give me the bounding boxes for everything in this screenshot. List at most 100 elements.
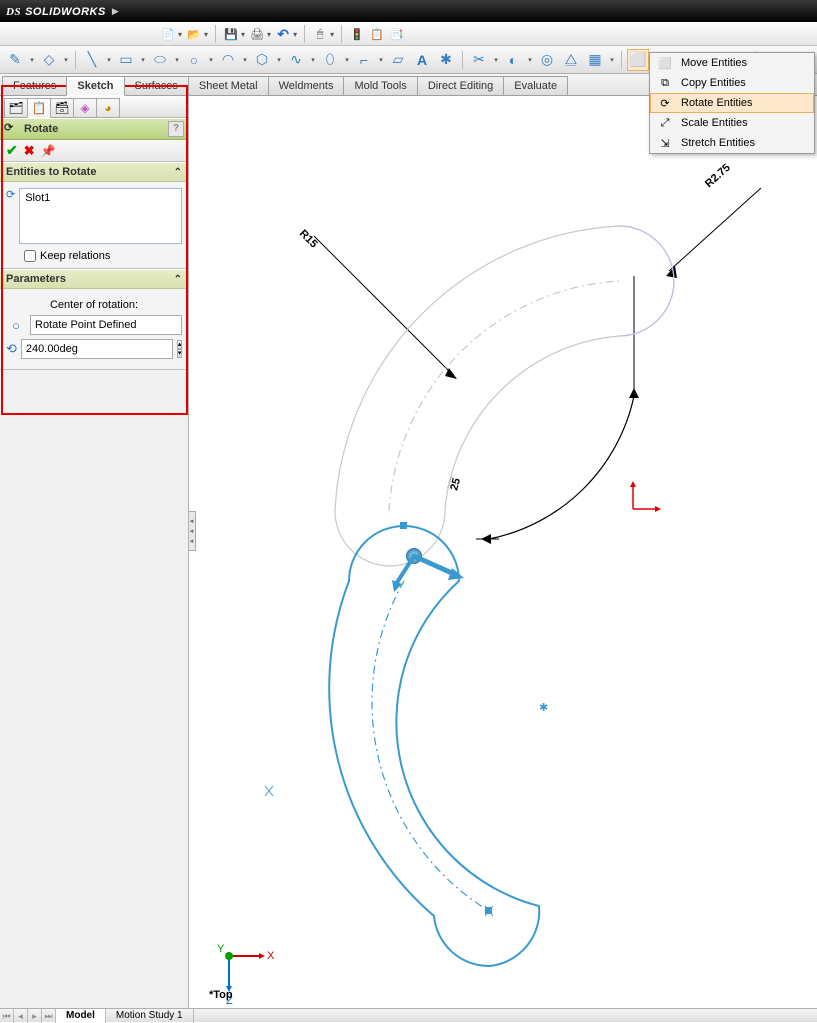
dropdown-icon[interactable]: ▾ (105, 56, 113, 64)
dropdown-icon[interactable]: ▾ (139, 56, 147, 64)
offset-icon[interactable]: ◎ (536, 49, 558, 71)
spin-down-icon[interactable]: ▾ (177, 349, 183, 358)
angle-icon: ⟲ (6, 341, 17, 357)
dropdown-icon[interactable]: ▾ (62, 56, 70, 64)
fm-tab-property-manager[interactable]: 📋 (27, 98, 51, 118)
dropdown-icon[interactable]: ▾ (309, 56, 317, 64)
menu-stretch-entities[interactable]: ⇲Stretch Entities (650, 133, 814, 153)
convert-icon[interactable]: ◐ (502, 49, 524, 71)
rectangle-icon[interactable]: ▭ (115, 49, 137, 71)
slot-rotated[interactable] (329, 523, 539, 966)
line-icon[interactable]: ╲ (81, 49, 103, 71)
fm-tab-tree[interactable]: 🗂 (4, 98, 28, 118)
pattern-icon[interactable]: ▦ (584, 49, 606, 71)
fm-tab-dimxpert[interactable]: ◈ (73, 98, 97, 118)
section-header-entities[interactable]: Entities to Rotate ⌃ (0, 162, 188, 182)
menu-label: Copy Entities (681, 77, 746, 89)
menu-move-entities[interactable]: ⬜Move Entities (650, 53, 814, 73)
dropdown-icon[interactable]: ▾ (207, 56, 215, 64)
tab-motion-study-1[interactable]: Motion Study 1 (106, 1009, 194, 1023)
titlebar-expand-icon[interactable]: ▶ (112, 6, 119, 17)
entity-item[interactable]: Slot1 (25, 192, 176, 204)
keep-relations-checkbox[interactable] (24, 250, 36, 262)
dropdown-icon[interactable]: ▾ (275, 56, 283, 64)
dropdown-icon[interactable]: ▾ (343, 56, 351, 64)
tab-features[interactable]: Features (2, 76, 67, 95)
print-dropdown-icon[interactable]: ▾ (267, 30, 271, 39)
text-icon[interactable]: A (411, 49, 433, 71)
nav-first-icon[interactable]: ⏮ (0, 1009, 14, 1023)
help-icon[interactable] (389, 26, 405, 42)
dropdown-icon[interactable]: ▾ (608, 56, 616, 64)
ok-button[interactable]: ✔ (6, 142, 18, 159)
new-dropdown-icon[interactable]: ▾ (178, 30, 182, 39)
new-icon[interactable] (160, 26, 176, 42)
tab-weldments[interactable]: Weldments (268, 76, 345, 95)
select-icon[interactable] (312, 26, 328, 42)
dropdown-icon[interactable]: ▾ (241, 56, 249, 64)
cancel-button[interactable]: ✖ (24, 143, 35, 159)
dropdown-icon[interactable]: ▾ (28, 56, 36, 64)
pushpin-icon[interactable]: 📌 (41, 144, 56, 158)
entities-selection-box[interactable]: Slot1 (19, 188, 182, 244)
tab-evaluate[interactable]: Evaluate (503, 76, 568, 95)
nav-prev-icon[interactable]: ◂ (14, 1009, 28, 1023)
fm-tab-display[interactable]: ◕ (96, 98, 120, 118)
smart-dimension-icon[interactable]: ◇ (38, 49, 60, 71)
menu-scale-entities[interactable]: ⤢Scale Entities (650, 113, 814, 133)
sketch-icon[interactable]: ✎ (4, 49, 26, 71)
tab-sketch[interactable]: Sketch (66, 76, 124, 96)
save-dropdown-icon[interactable]: ▾ (241, 30, 245, 39)
nav-next-icon[interactable]: ▸ (28, 1009, 42, 1023)
plane-icon[interactable]: ▱ (387, 49, 409, 71)
select-dropdown-icon[interactable]: ▾ (330, 30, 334, 39)
mirror-icon[interactable]: ⧋ (560, 49, 582, 71)
help-icon[interactable]: ? (168, 121, 184, 137)
dimension-r275[interactable]: R2.75 (666, 162, 761, 278)
section-header-parameters[interactable]: Parameters ⌃ (0, 269, 188, 289)
fillet-icon[interactable]: ⌐ (353, 49, 375, 71)
move-entities-icon[interactable]: ⬜ (627, 49, 649, 71)
spin-up-icon[interactable]: ▴ (177, 340, 183, 349)
print-icon[interactable] (249, 26, 265, 42)
options-icon[interactable] (369, 26, 385, 42)
rebuild-icon[interactable] (349, 26, 365, 42)
separator (621, 51, 622, 69)
dropdown-icon[interactable]: ▾ (492, 56, 500, 64)
tab-sheet-metal[interactable]: Sheet Metal (188, 76, 269, 95)
stretch-icon: ⇲ (657, 135, 673, 151)
menu-rotate-entities[interactable]: ⟳Rotate Entities (650, 93, 814, 113)
spline-icon[interactable]: ∿ (285, 49, 307, 71)
dropdown-icon[interactable]: ▾ (377, 56, 385, 64)
tab-surfaces[interactable]: Surfaces (124, 76, 189, 95)
nav-last-icon[interactable]: ⏭ (42, 1009, 56, 1023)
menu-copy-entities[interactable]: ⧉Copy Entities (650, 73, 814, 93)
open-dropdown-icon[interactable]: ▾ (204, 30, 208, 39)
open-icon[interactable] (186, 26, 202, 42)
collapse-icon: ⌃ (174, 274, 182, 285)
dimension-25[interactable]: 25 (448, 276, 639, 544)
tab-mold-tools[interactable]: Mold Tools (343, 76, 417, 95)
angle-spinner[interactable]: ▴▾ (177, 340, 183, 358)
angle-field[interactable] (21, 339, 173, 359)
point-icon[interactable]: ✱ (435, 49, 457, 71)
graphics-viewport[interactable]: ◂◂◂ X Z Y *Top (189, 96, 817, 1008)
svg-text:X: X (267, 950, 275, 962)
dropdown-icon[interactable]: ▾ (173, 56, 181, 64)
ellipse-icon[interactable]: ⬯ (319, 49, 341, 71)
fm-tab-config[interactable]: 🗃 (50, 98, 74, 118)
selection-icon: ⟳ (6, 188, 15, 244)
tab-model[interactable]: Model (56, 1009, 106, 1023)
rotate-point-field[interactable] (30, 315, 182, 335)
arc-icon[interactable]: ◠ (217, 49, 239, 71)
tab-direct-editing[interactable]: Direct Editing (417, 76, 504, 95)
undo-dropdown-icon[interactable]: ▾ (293, 30, 297, 39)
dropdown-icon[interactable]: ▾ (526, 56, 534, 64)
circle-icon[interactable]: ○ (183, 49, 205, 71)
undo-icon[interactable] (275, 26, 291, 42)
save-icon[interactable] (223, 26, 239, 42)
trim-icon[interactable]: ✂ (468, 49, 490, 71)
polygon-icon[interactable]: ⬡ (251, 49, 273, 71)
slot-icon[interactable]: ⬭ (149, 49, 171, 71)
scale-icon: ⤢ (657, 115, 673, 131)
